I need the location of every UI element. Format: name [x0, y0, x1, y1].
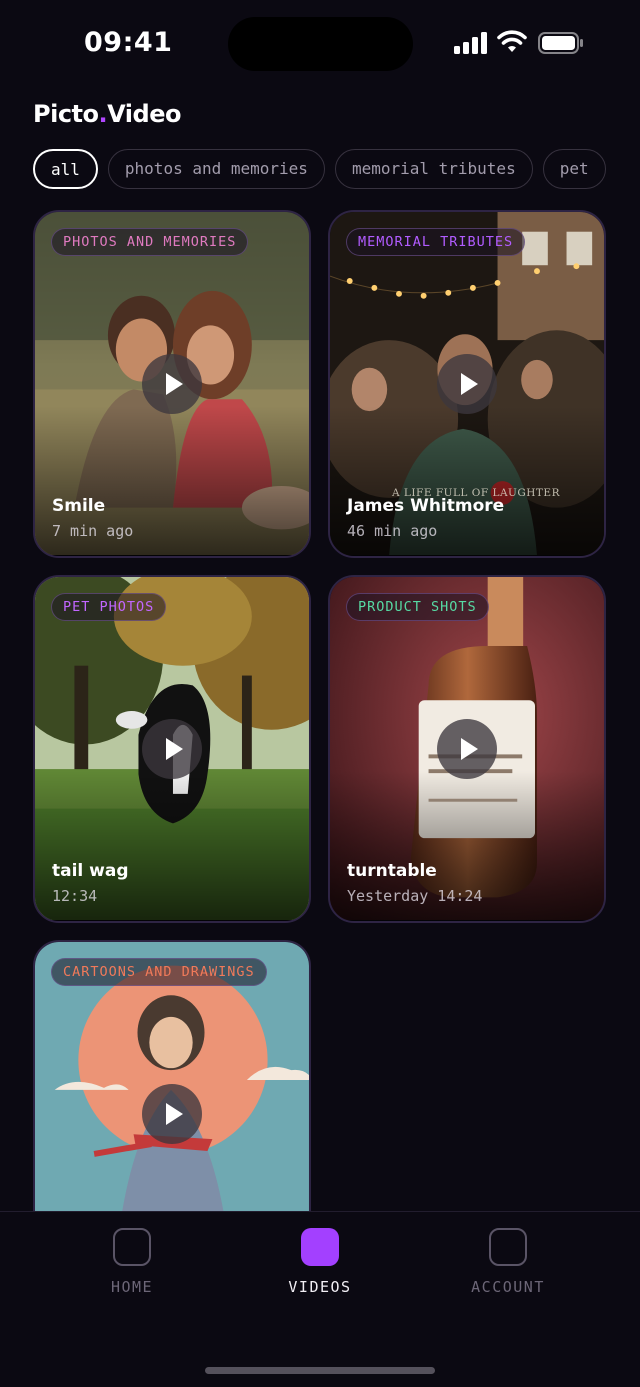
logo-text-part2: Video: [107, 100, 181, 128]
filter-chip-memorial-tributes[interactable]: memorial tributes: [334, 149, 533, 189]
category-tag: MEMORIAL TRIBUTES: [346, 228, 526, 256]
battery-icon: [538, 32, 583, 54]
filter-chip-all[interactable]: all: [33, 149, 98, 189]
account-icon: [489, 1228, 527, 1266]
video-card[interactable]: PHOTOS AND MEMORIES Smile 7 min ago: [33, 210, 311, 558]
dynamic-island: [228, 17, 413, 71]
video-card[interactable]: PRODUCT SHOTS turntable Yesterday 14:24: [328, 575, 606, 923]
video-title: tail wag: [52, 861, 129, 881]
filter-chip-pet[interactable]: pet: [542, 149, 606, 189]
app-screen: 09:41 Picto.Video all photos and memories…: [0, 0, 640, 1387]
category-tag: PHOTOS AND MEMORIES: [51, 228, 249, 256]
category-tag: PET PHOTOS: [51, 593, 167, 621]
nav-videos[interactable]: VIDEOS: [260, 1228, 380, 1296]
logo-text-part1: Picto: [33, 100, 99, 128]
nav-account-label: ACCOUNT: [471, 1278, 545, 1296]
play-button[interactable]: [437, 719, 497, 779]
home-icon: [113, 1228, 151, 1266]
nav-home[interactable]: HOME: [72, 1228, 192, 1296]
video-card[interactable]: PET PHOTOS tail wag 12:34: [33, 575, 311, 923]
play-button[interactable]: [142, 719, 202, 779]
signal-icon: [454, 32, 487, 54]
videos-icon: [301, 1228, 339, 1266]
wifi-icon: [497, 30, 527, 52]
status-time: 09:41: [84, 27, 173, 58]
video-title: turntable: [347, 861, 437, 881]
video-title: Smile: [52, 496, 106, 516]
video-timestamp: Yesterday 14:24: [347, 887, 483, 905]
filter-chip-photos-and-memories[interactable]: photos and memories: [107, 149, 325, 189]
video-timestamp: 7 min ago: [52, 522, 134, 540]
home-indicator: [205, 1367, 435, 1374]
nav-videos-label: VIDEOS: [288, 1278, 352, 1296]
category-tag: PRODUCT SHOTS: [346, 593, 489, 621]
video-timestamp: 12:34: [52, 887, 98, 905]
nav-home-label: HOME: [110, 1278, 154, 1296]
play-button[interactable]: [142, 354, 202, 414]
video-title: James Whitmore: [347, 496, 505, 516]
logo-dot: .: [98, 100, 108, 128]
video-card[interactable]: A LIFE FULL OF LAUGHTER MEMORIAL TRIBUTE…: [328, 210, 606, 558]
category-tag: CARTOONS AND DRAWINGS: [51, 958, 267, 986]
nav-account[interactable]: ACCOUNT: [448, 1228, 568, 1296]
play-button[interactable]: [437, 354, 497, 414]
app-logo: Picto.Video: [33, 100, 181, 128]
bottom-nav: HOME VIDEOS ACCOUNT: [0, 1211, 640, 1387]
play-button[interactable]: [142, 1084, 202, 1144]
video-timestamp: 46 min ago: [347, 522, 438, 540]
filter-chips: all photos and memories memorial tributes p…: [33, 149, 640, 189]
